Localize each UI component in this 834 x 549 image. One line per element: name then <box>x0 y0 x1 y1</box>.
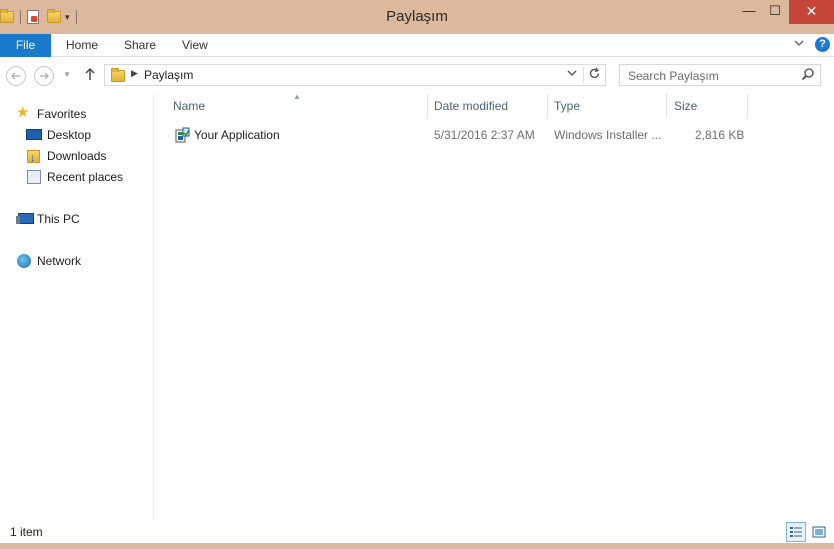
address-history-chevron-icon[interactable] <box>567 69 577 80</box>
sidebar-item-label: Favorites <box>37 107 87 121</box>
sort-ascending-icon: ▲ <box>293 92 301 101</box>
windows-installer-icon <box>175 127 190 143</box>
tab-share[interactable]: Share <box>124 34 156 57</box>
navigation-pane: ★ Favorites Desktop Downloads Recent pla… <box>0 94 154 520</box>
sidebar-item-downloads[interactable]: Downloads <box>0 146 154 168</box>
recent-locations-chevron-icon[interactable]: ▼ <box>63 70 71 79</box>
sidebar-item-label: This PC <box>37 212 80 226</box>
column-header-size[interactable]: Size <box>674 94 697 118</box>
star-icon: ★ <box>16 104 30 121</box>
sidebar-item-favorites[interactable]: ★ Favorites <box>0 104 154 124</box>
expand-ribbon-chevron-icon[interactable] <box>794 38 804 50</box>
large-icons-view-button[interactable] <box>809 522 829 542</box>
sidebar-item-label: Desktop <box>47 128 92 142</box>
search-box[interactable]: Search Paylaşım <box>619 64 821 86</box>
refresh-icon[interactable] <box>588 67 601 83</box>
sidebar-item-recent-places[interactable]: Recent places <box>0 167 154 187</box>
ribbon: File Home Share View ? <box>0 34 834 57</box>
downloads-folder-icon <box>27 148 40 168</box>
file-date-modified: 5/31/2016 2:37 AM <box>434 128 535 142</box>
navigation-bar: ▼ ▶ Paylaşım Search Paylaşım <box>0 58 834 92</box>
file-type: Windows Installer ... <box>554 128 662 142</box>
column-header-name[interactable]: Name <box>173 94 205 118</box>
window-title: Paylaşım <box>386 8 448 25</box>
sidebar-item-label: Recent places <box>47 170 124 184</box>
breadcrumb-separator-icon[interactable]: ▶ <box>131 68 138 79</box>
help-icon[interactable]: ? <box>815 37 830 52</box>
tab-view[interactable]: View <box>182 34 208 57</box>
file-size: 2,816 KB <box>695 128 745 142</box>
file-name[interactable]: Your Application <box>194 124 280 146</box>
recent-places-icon <box>27 170 41 184</box>
computer-icon <box>16 213 34 224</box>
column-header-date-modified[interactable]: Date modified <box>434 94 508 118</box>
status-bar: 1 item <box>0 521 834 543</box>
minimize-button[interactable]: — <box>736 0 762 24</box>
explorer-window: ▾ Paylaşım — ☐ ✕ File Home Share View ? … <box>0 0 834 549</box>
sidebar-item-desktop[interactable]: Desktop <box>0 125 154 145</box>
table-row[interactable]: Your Application 5/31/2016 2:37 AM Windo… <box>155 124 834 146</box>
address-divider <box>583 67 584 83</box>
column-divider[interactable] <box>666 94 667 118</box>
tab-file[interactable]: File <box>0 34 51 57</box>
search-icon[interactable] <box>801 67 815 81</box>
folder-icon <box>111 68 125 82</box>
sidebar-item-label: Downloads <box>47 149 107 163</box>
column-header-type[interactable]: Type <box>554 94 580 118</box>
maximize-button[interactable]: ☐ <box>762 0 788 24</box>
window-bottom-border <box>0 543 834 549</box>
sidebar-item-this-pc[interactable]: This PC <box>0 209 154 229</box>
breadcrumb-current-folder[interactable]: Paylaşım <box>144 68 193 82</box>
forward-button[interactable] <box>34 66 54 86</box>
sidebar-item-label: Network <box>37 254 82 268</box>
network-icon <box>17 254 31 268</box>
desktop-icon <box>26 129 42 140</box>
search-input[interactable]: Search Paylaşım <box>628 69 719 83</box>
close-button[interactable]: ✕ <box>789 0 834 24</box>
sidebar-item-network[interactable]: Network <box>0 251 154 271</box>
column-divider[interactable] <box>547 94 548 118</box>
address-bar[interactable]: ▶ Paylaşım <box>104 64 606 86</box>
large-icons-view-icon <box>812 526 826 538</box>
back-button[interactable] <box>6 66 26 86</box>
up-button[interactable] <box>84 67 96 84</box>
column-divider[interactable] <box>747 94 748 118</box>
tab-home[interactable]: Home <box>66 34 98 57</box>
file-list: ▲ Name Date modified Type Size Your Appl… <box>155 92 834 520</box>
column-divider[interactable] <box>427 94 428 118</box>
details-view-button[interactable] <box>786 522 806 542</box>
item-count: 1 item <box>10 525 43 539</box>
title-bar: ▾ Paylaşım — ☐ ✕ <box>0 0 834 34</box>
details-view-icon <box>790 527 802 537</box>
